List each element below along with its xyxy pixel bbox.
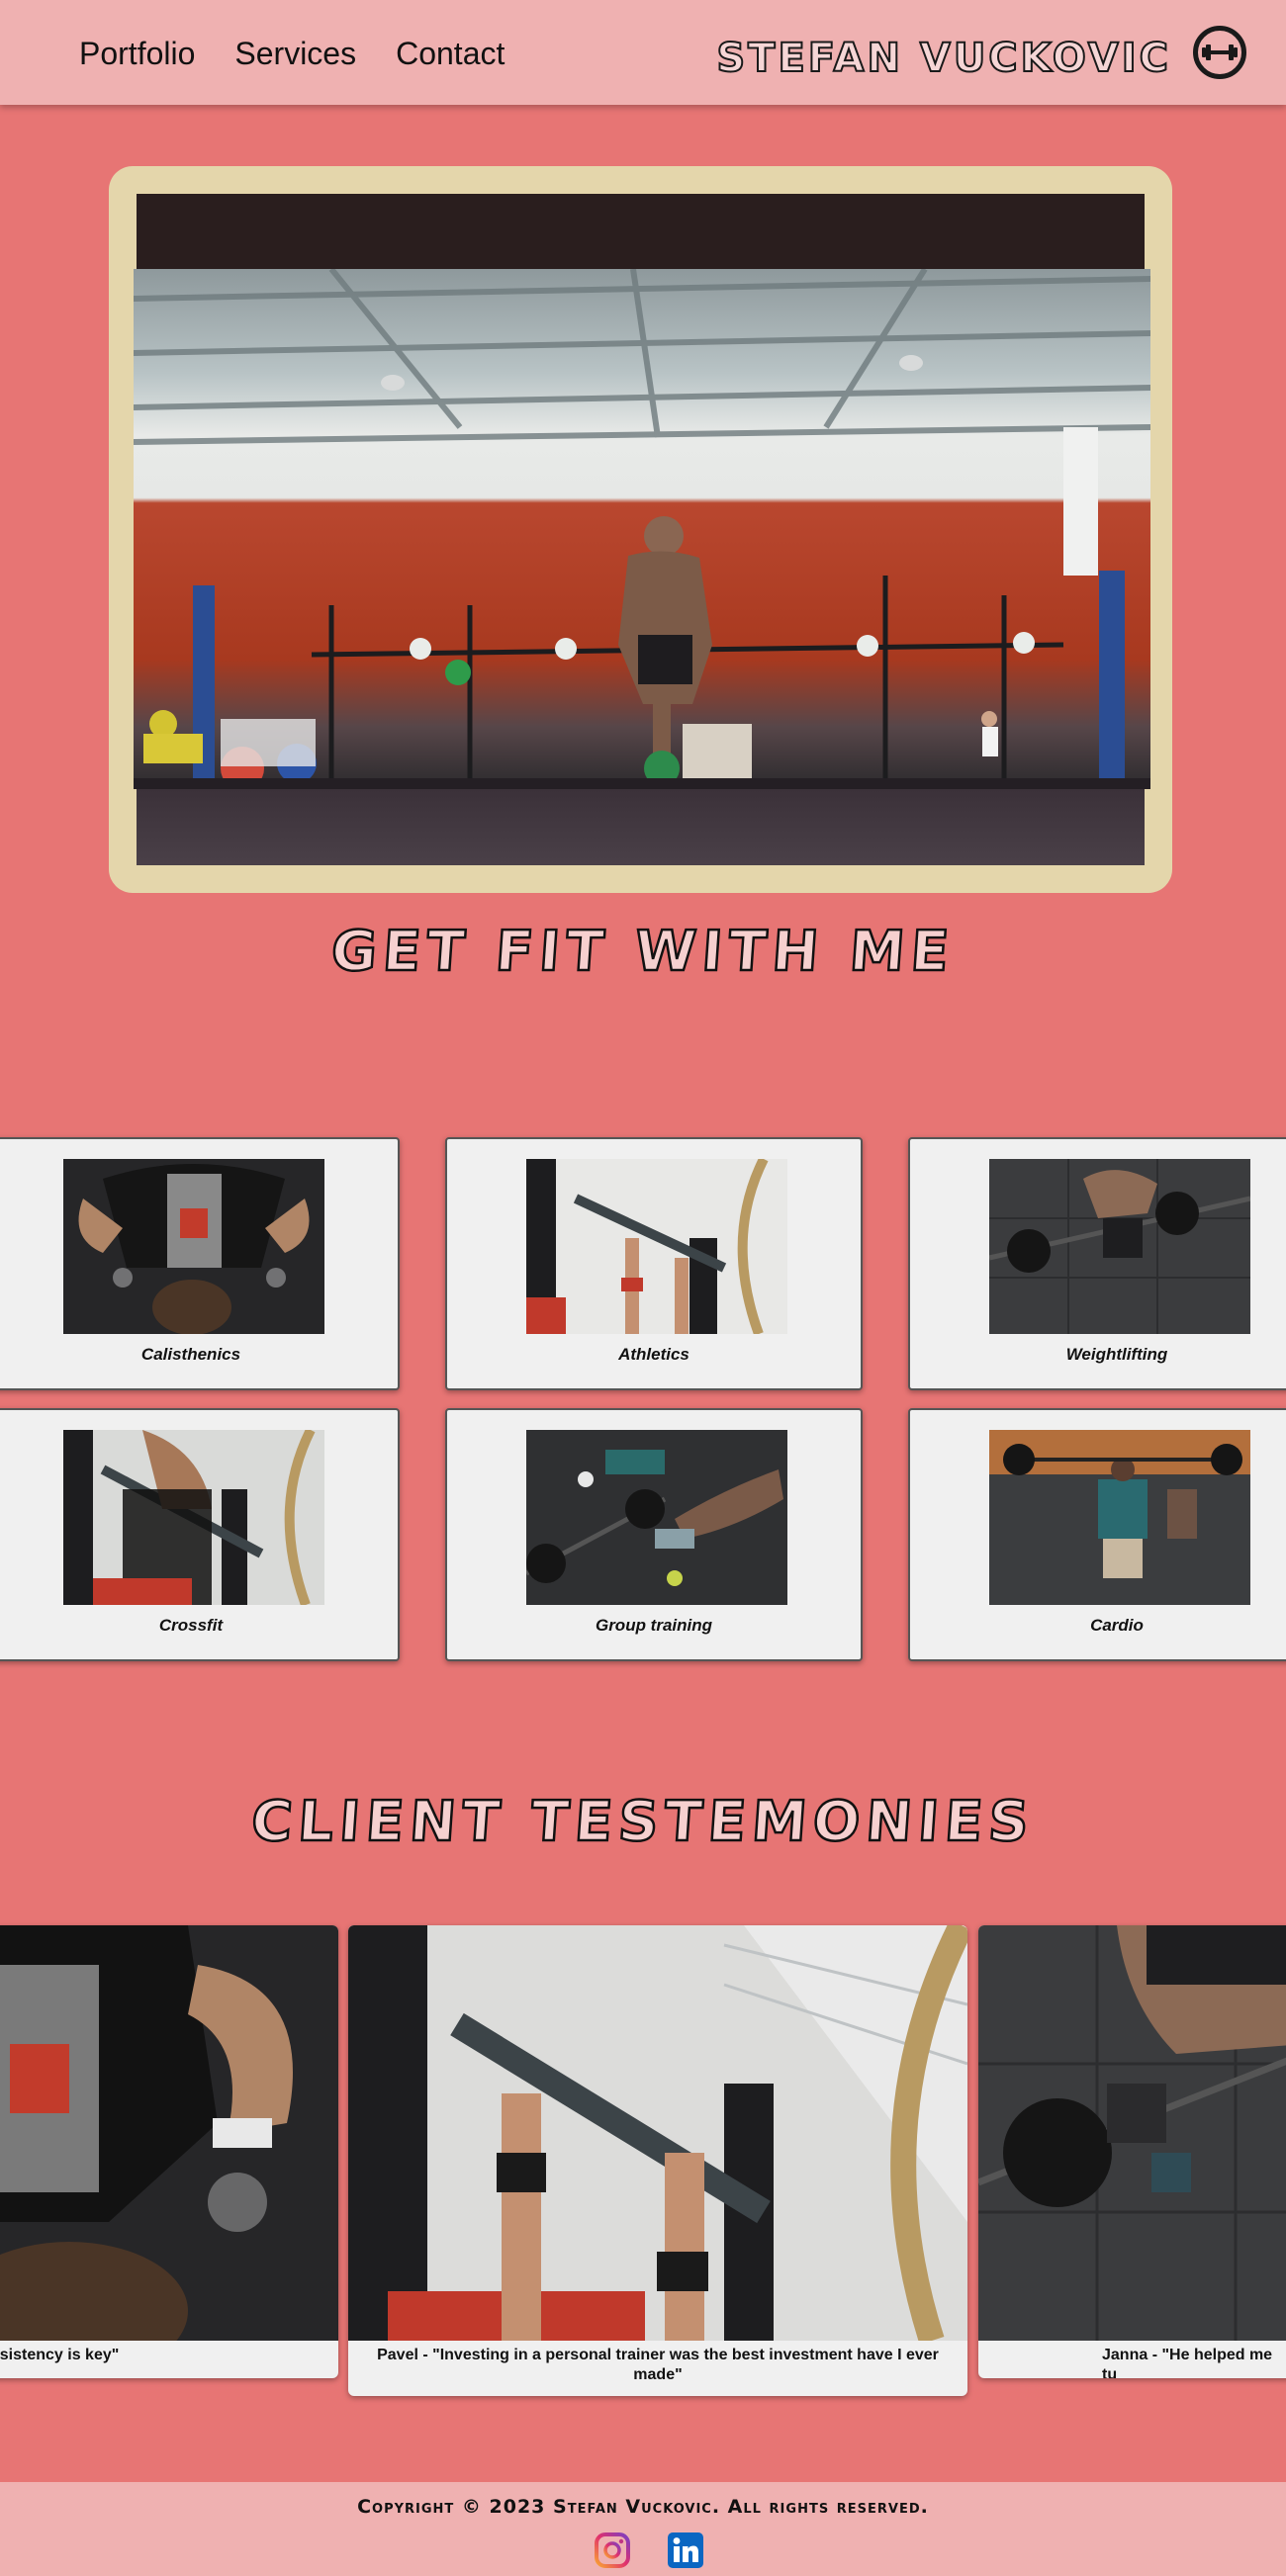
testimonials-title: CLIENT TESTEMONIES xyxy=(248,1789,1038,1856)
footer: Copyright © 2023 Stefan Vuckovic. All ri… xyxy=(0,2482,1286,2576)
service-image xyxy=(526,1159,787,1334)
service-card-weightlifting[interactable]: Weightlifting xyxy=(908,1137,1286,1390)
testimonial-card: nsistency is key" xyxy=(0,1925,338,2378)
testimonial-image xyxy=(0,1925,338,2341)
service-card-group-training[interactable]: Group training xyxy=(445,1408,863,1661)
service-label: Calisthenics xyxy=(140,1345,241,1364)
service-card-crossfit[interactable]: Crossfit xyxy=(0,1408,400,1661)
service-label: Weightlifting xyxy=(1065,1345,1168,1364)
service-label: Cardio xyxy=(1090,1616,1144,1635)
service-image xyxy=(989,1159,1250,1334)
service-image xyxy=(63,1430,324,1605)
nav-link-contact[interactable]: Contact xyxy=(396,36,505,72)
service-image xyxy=(526,1430,787,1605)
service-label: Crossfit xyxy=(158,1616,224,1635)
testimonial-quote: Pavel - "Investing in a personal trainer… xyxy=(377,2347,939,2383)
testimonial-image xyxy=(348,1925,967,2341)
nav-link-services[interactable]: Services xyxy=(234,36,356,72)
service-label: Athletics xyxy=(618,1345,689,1364)
testimonial-image xyxy=(978,1925,1286,2341)
testimonial-quote: nsistency is key" xyxy=(0,2347,120,2363)
linkedin-icon[interactable] xyxy=(667,2532,704,2569)
instagram-icon[interactable] xyxy=(594,2532,631,2569)
top-navbar: Portfolio Services Contact STEFAN VUCKOV… xyxy=(0,0,1286,105)
service-card-athletics[interactable]: Athletics xyxy=(445,1137,863,1390)
testimonial-quote: Janna - "He helped me tu xyxy=(1102,2347,1273,2378)
nav-link-portfolio[interactable]: Portfolio xyxy=(79,36,195,72)
hero-frame xyxy=(109,166,1172,893)
service-image xyxy=(989,1430,1250,1605)
dumbbell-icon[interactable] xyxy=(1193,26,1246,79)
service-image xyxy=(63,1159,324,1334)
service-label: Group training xyxy=(595,1616,713,1635)
brand-name[interactable]: STEFAN VUCKOVIC xyxy=(715,35,1171,82)
hero-image xyxy=(134,269,1150,789)
nav-links: Portfolio Services Contact xyxy=(79,36,505,72)
service-card-calisthenics[interactable]: Calisthenics xyxy=(0,1137,400,1390)
testimonial-card: Janna - "He helped me tu xyxy=(978,1925,1286,2378)
copyright-text: Copyright © 2023 Stefan Vuckovic. All ri… xyxy=(357,2496,929,2518)
testimonial-card: Pavel - "Investing in a personal trainer… xyxy=(348,1925,967,2396)
service-card-cardio[interactable]: Cardio xyxy=(908,1408,1286,1661)
hero-title: GET FIT WITH ME xyxy=(328,919,959,986)
hero-image-container xyxy=(134,194,1150,865)
